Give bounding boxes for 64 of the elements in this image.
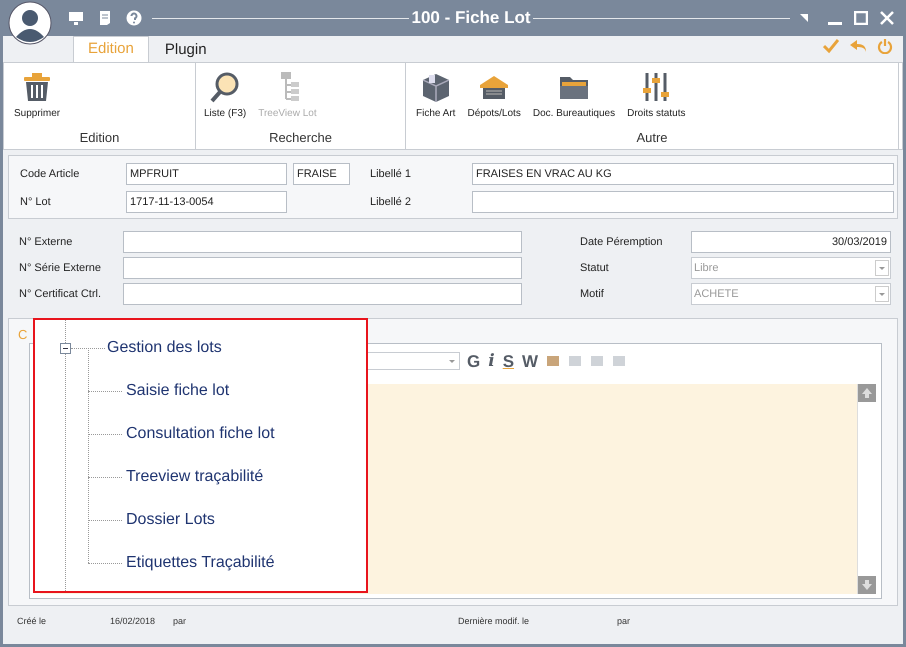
undo-icon[interactable] (849, 38, 867, 54)
tree-item[interactable]: Treeview traçabilité (126, 465, 264, 489)
collapse-icon[interactable] (60, 342, 71, 354)
align-icon[interactable] (589, 353, 606, 369)
field-label: N° Série Externe (19, 260, 102, 276)
input-field[interactable]: FRAISE (293, 163, 350, 185)
search-icon (209, 71, 242, 103)
align-icon[interactable] (567, 353, 584, 369)
input-field[interactable]: FRAISES EN VRAC AU KG (472, 163, 894, 185)
maximize-icon[interactable] (854, 11, 868, 25)
status-label: Créé le (17, 615, 48, 628)
align-icon[interactable] (611, 353, 628, 369)
window-title: 100 - Fiche Lot (410, 7, 532, 30)
input-field[interactable]: 1717-11-13-0054 (126, 191, 287, 213)
format-button[interactable]: S (502, 352, 516, 370)
ribbon-button[interactable]: Supprimer (14, 71, 60, 121)
format-button[interactable]: G (466, 352, 482, 370)
field-label: N° Lot (20, 194, 52, 210)
format-button[interactable]: i (487, 352, 496, 370)
ribbon-button[interactable]: Droits statuts (627, 71, 686, 121)
scroll-up-icon[interactable] (858, 384, 876, 402)
input-field[interactable] (472, 191, 894, 213)
ribbon-button[interactable]: Fiche Art (416, 71, 456, 121)
status-label: Dernière modif. le (458, 615, 530, 628)
ribbon-tab[interactable]: Plugin (148, 38, 223, 62)
scrollbar[interactable] (857, 384, 877, 594)
input-field[interactable] (123, 283, 522, 305)
group-label: Recherche (268, 128, 333, 146)
field-label: Statut (580, 260, 610, 276)
check-icon[interactable] (823, 38, 839, 54)
status-label: par (617, 615, 630, 628)
input-field[interactable]: MPFRUIT (126, 163, 287, 185)
close-icon[interactable] (880, 11, 894, 25)
ribbon-button[interactable]: Dépots/Lots (467, 71, 521, 121)
field-label: Libellé 1 (370, 166, 412, 182)
tree-item[interactable]: Dossier Lots (126, 508, 215, 532)
date-field[interactable]: 30/03/2019 (691, 231, 891, 253)
field-label: Code Article (20, 166, 80, 182)
ribbon-button[interactable]: Doc. Bureautiques (532, 71, 616, 121)
power-icon[interactable] (877, 38, 893, 54)
input-field[interactable] (123, 231, 522, 253)
avatar-icon[interactable] (8, 1, 52, 45)
ribbon-button[interactable]: Liste (F3) (204, 71, 246, 121)
help-icon[interactable] (126, 10, 142, 26)
tree-item[interactable]: Etiquettes Traçabilité (126, 551, 275, 575)
tree-item[interactable]: Gestion des lots (107, 336, 222, 360)
status-label: par (173, 615, 188, 628)
status-value: 16/02/2018 (110, 615, 156, 628)
monitor-icon[interactable] (68, 10, 84, 26)
field-label: N° Externe (19, 234, 74, 250)
align-icon[interactable] (545, 353, 562, 369)
field-label: N° Certificat Ctrl. (19, 286, 102, 302)
group-label: Edition (78, 128, 120, 146)
input-field[interactable] (123, 257, 522, 279)
field-label: Date Péremption (580, 234, 664, 250)
group-label: Autre (635, 128, 669, 146)
field-label: Motif (580, 286, 605, 302)
corner-icon[interactable] (800, 14, 808, 22)
field-label: Libellé 2 (370, 194, 412, 210)
tree-item[interactable]: Saisie fiche lot (126, 379, 230, 403)
document-icon[interactable] (98, 10, 112, 26)
tree-item[interactable]: Consultation fiche lot (126, 422, 275, 446)
format-button[interactable]: W (521, 352, 540, 370)
scroll-down-icon[interactable] (858, 576, 876, 594)
